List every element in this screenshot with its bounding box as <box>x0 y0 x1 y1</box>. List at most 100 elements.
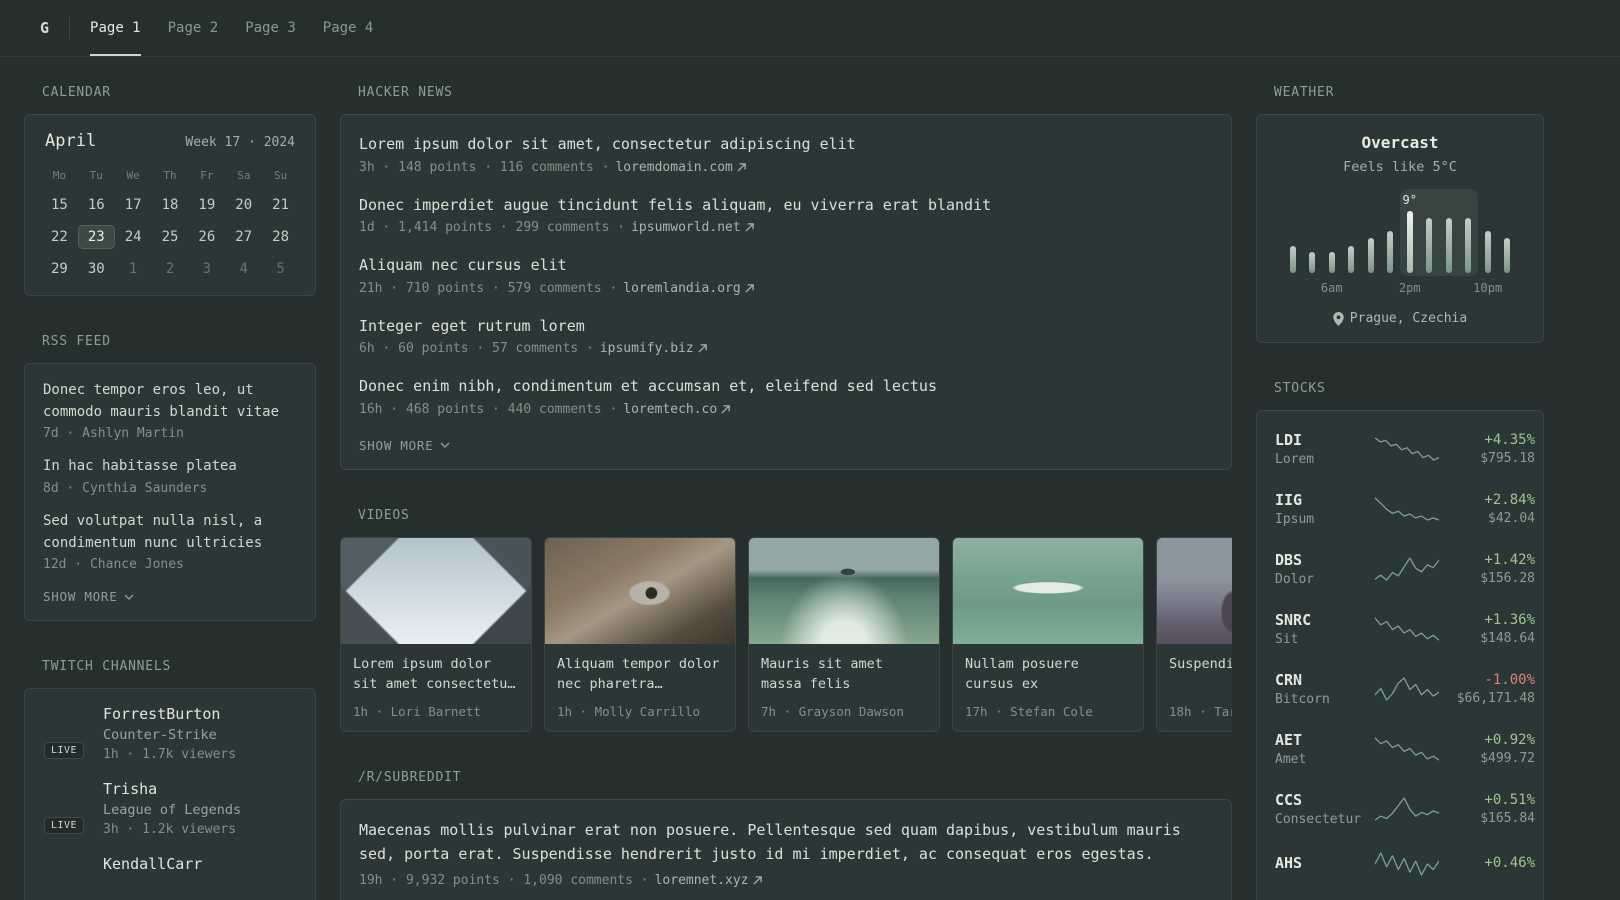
weather-bar <box>1426 217 1433 273</box>
weather-bar <box>1289 245 1296 273</box>
weather-hour-column <box>1283 197 1303 273</box>
hn-item-domain-link[interactable]: loremlandia.org <box>623 281 754 296</box>
hn-item-title[interactable]: Donec imperdiet augue tincidunt felis al… <box>359 194 1213 217</box>
tab-page-4[interactable]: Page 4 <box>323 0 374 56</box>
video-card-body: Mauris sit amet massa felis 7h · Grayson… <box>749 644 939 731</box>
stocks-section-title: STOCKS <box>1274 381 1326 396</box>
hn-item-domain: loremtech.co <box>623 401 718 417</box>
video-card[interactable]: Suspendisse diam 18h · Tara <box>1156 536 1232 732</box>
tab-page-3[interactable]: Page 3 <box>245 0 296 56</box>
tab-page-1[interactable]: Page 1 <box>90 0 141 56</box>
hn-item-domain: loremdomain.com <box>615 159 733 175</box>
hn-item-domain-link[interactable]: loremtech.co <box>623 402 730 417</box>
stock-info: DBS Dolor <box>1275 551 1367 587</box>
hn-item-title[interactable]: Aliquam nec cursus elit <box>359 254 1213 277</box>
stock-row: LDI Lorem +4.35% $795.18 <box>1273 419 1535 479</box>
hn-item-title[interactable]: Donec enim nibh, condimentum et accumsan… <box>359 375 1213 398</box>
stock-values: +1.42% $156.28 <box>1447 552 1535 586</box>
reddit-post: Maecenas mollis pulvinar erat non posuer… <box>359 818 1213 888</box>
stock-sparkline <box>1375 496 1439 522</box>
stock-values: +0.92% $499.72 <box>1447 732 1535 766</box>
hn-item-domain-link[interactable]: ipsumworld.net <box>631 220 754 235</box>
external-link-icon <box>737 162 746 172</box>
twitch-section-title: TWITCH CHANNELS <box>42 659 172 675</box>
rss-item-title[interactable]: In hac habitasse platea <box>43 456 297 478</box>
weather-bar <box>1484 231 1491 273</box>
calendar-weekday: Th <box>163 169 177 182</box>
stock-sparkline <box>1375 676 1439 702</box>
weather-chart: 9° <box>1283 189 1517 276</box>
stock-symbol: LDI <box>1275 431 1303 449</box>
rss-item-title[interactable]: Donec tempor eros leo, ut commodo mauris… <box>43 380 297 423</box>
calendar-week-year: Week 17 · 2024 <box>185 135 295 150</box>
hn-item-domain: ipsumworld.net <box>631 220 741 235</box>
video-card[interactable]: Lorem ipsum dolor sit amet consectetu… 1… <box>340 536 532 732</box>
video-card-body: Suspendisse diam 18h · Tara <box>1157 644 1232 731</box>
twitch-channel-row[interactable]: LIVE ForrestBurton Counter-Strike 1h · 1… <box>43 705 297 762</box>
rss-show-more-label: SHOW MORE <box>43 589 118 605</box>
calendar-card: April Week 17 · 2024 Mo Tu We Th Fr Sa S… <box>24 114 316 296</box>
weather-axis-label: 2pm <box>1398 281 1421 295</box>
hn-item-stats: 3h · 148 points · 116 comments · <box>359 159 610 175</box>
video-card[interactable]: Nullam posuere cursus ex 17h · Stefan Co… <box>952 536 1144 732</box>
stock-price: $795.18 <box>1480 451 1535 466</box>
app-logo[interactable]: G <box>40 19 49 37</box>
calendar-weekday: Su <box>273 169 288 182</box>
stock-sparkline <box>1375 616 1439 642</box>
video-thumbnail <box>341 537 531 644</box>
middle-column: HACKER NEWS Lorem ipsum dolor sit amet, … <box>340 85 1232 900</box>
video-card[interactable]: Aliquam tempor dolor nec pharetra… 1h · … <box>544 536 736 732</box>
hn-item: Donec imperdiet augue tincidunt felis al… <box>359 194 1213 236</box>
reddit-post-domain-link[interactable]: loremnet.xyz <box>655 873 762 888</box>
hn-item-stats: 6h · 60 points · 57 comments · <box>359 341 594 356</box>
rss-item-title[interactable]: Sed volutpat nulla nisl, a condimentum n… <box>43 511 297 554</box>
hn-item-domain-link[interactable]: loremdomain.com <box>615 159 746 175</box>
hn-item-domain-link[interactable]: ipsumify.biz <box>600 341 707 356</box>
rss-show-more-button[interactable]: SHOW MORE <box>43 587 134 606</box>
stock-sparkline <box>1375 556 1439 582</box>
stock-info: CRN Bitcorn <box>1275 671 1367 707</box>
video-card[interactable]: Mauris sit amet massa felis 7h · Grayson… <box>748 536 940 732</box>
calendar-day: 16 <box>87 197 105 213</box>
calendar-day-selected: 23 <box>77 225 115 249</box>
stock-info: SNRC Sit <box>1275 611 1367 647</box>
hacker-news-widget: HACKER NEWS Lorem ipsum dolor sit amet, … <box>340 85 1232 470</box>
calendar-day: 17 <box>124 197 142 213</box>
hn-item-meta: 21h · 710 points · 579 comments · loreml… <box>359 281 1213 296</box>
weather-temp-label: 9° <box>1402 193 1417 207</box>
calendar-day-outside: 2 <box>165 261 175 277</box>
external-link-icon <box>745 283 754 293</box>
reddit-post-title[interactable]: Maecenas mollis pulvinar erat non posuer… <box>359 818 1213 866</box>
video-thumbnail <box>749 537 939 644</box>
weather-bar <box>1348 245 1355 273</box>
stock-symbol: DBS <box>1275 551 1303 569</box>
rss-item: Sed volutpat nulla nisl, a condimentum n… <box>43 511 297 572</box>
hn-item: Integer eget rutrum lorem 6h · 60 points… <box>359 315 1213 356</box>
hn-item-meta: 6h · 60 points · 57 comments · ipsumify.… <box>359 341 1213 356</box>
hn-show-more-button[interactable]: SHOW MORE <box>359 436 450 455</box>
hacker-news-card: Lorem ipsum dolor sit amet, consectetur … <box>340 114 1232 470</box>
calendar-day: 25 <box>161 229 179 245</box>
hn-item-title[interactable]: Lorem ipsum dolor sit amet, consectetur … <box>359 133 1213 156</box>
hn-item-title[interactable]: Integer eget rutrum lorem <box>359 315 1213 338</box>
twitch-channel-name: Trisha <box>103 780 158 799</box>
calendar-day: 28 <box>272 229 289 245</box>
weather-hour-column <box>1420 197 1440 273</box>
weather-section-title: WEATHER <box>1274 85 1335 100</box>
weather-hour-column <box>1322 197 1342 273</box>
weather-axis-label: 10pm <box>1473 281 1503 295</box>
top-nav: G Page 1 Page 2 Page 3 Page 4 <box>0 0 1620 57</box>
left-column: CALENDAR April Week 17 · 2024 Mo Tu We T… <box>24 85 316 900</box>
twitch-widget: TWITCH CHANNELS LIVE ForrestBurton Count… <box>24 659 316 900</box>
stock-price: $42.04 <box>1488 511 1535 526</box>
twitch-channel-info: Trisha League of Legends 3h · 1.2k viewe… <box>103 780 241 837</box>
weather-bar <box>1328 252 1335 273</box>
twitch-channel-row[interactable]: LIVE Trisha League of Legends 3h · 1.2k … <box>43 780 297 837</box>
tab-page-2[interactable]: Page 2 <box>168 0 219 56</box>
video-title: Mauris sit amet massa felis <box>761 655 883 693</box>
reddit-post-stats: 19h · 9,932 points · 1,090 comments · <box>359 872 649 888</box>
twitch-channel-row[interactable]: KendallCarr <box>43 855 297 900</box>
stock-price: $156.28 <box>1480 571 1535 586</box>
hn-item-stats: 16h · 468 points · 440 comments · <box>359 401 618 417</box>
nav-divider <box>69 17 71 39</box>
